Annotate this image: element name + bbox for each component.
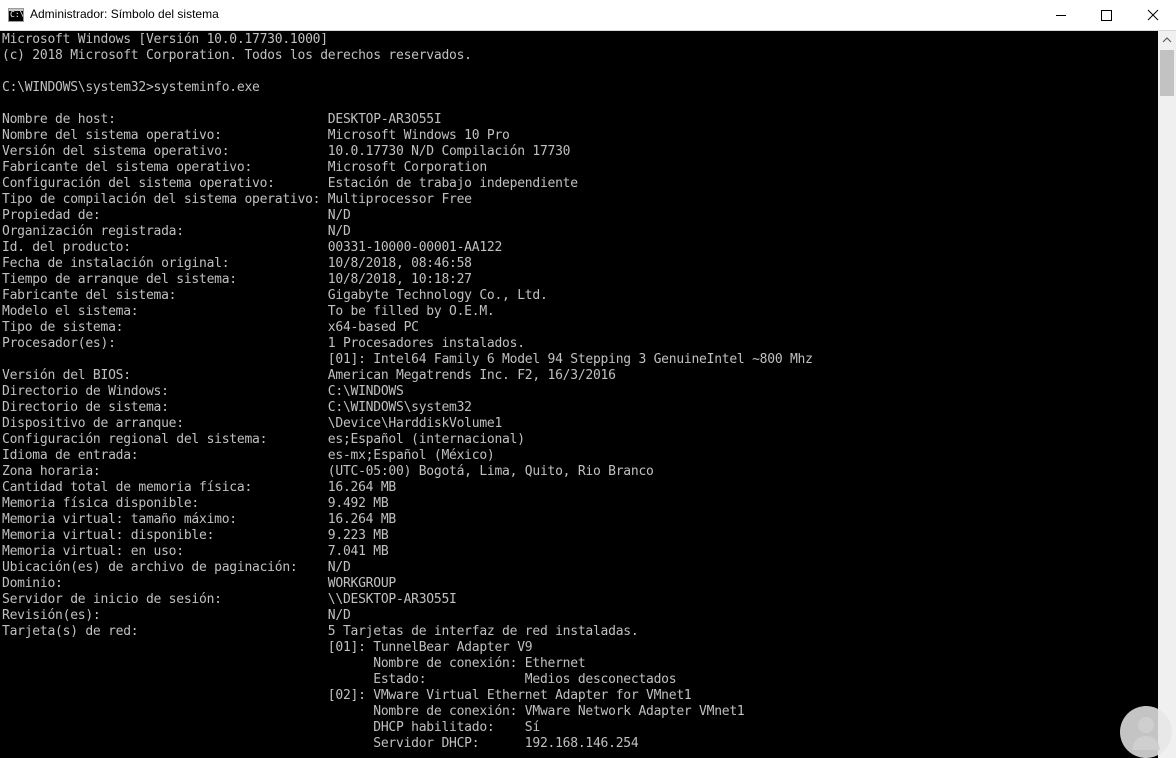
window-title: Administrador: Símbolo del sistema <box>30 7 219 21</box>
console-line: Fabricante del sistema: Gigabyte Technol… <box>2 288 548 303</box>
console-line: Microsoft Windows [Versión 10.0.17730.10… <box>2 32 328 47</box>
console-line: Tipo de compilación del sistema operativ… <box>2 192 472 207</box>
console-line: Nombre del sistema operativo: Microsoft … <box>2 128 510 143</box>
console-line: DHCP habilitado: Sí <box>2 720 540 735</box>
console-line: Versión del BIOS: American Megatrends In… <box>2 368 616 383</box>
vertical-scrollbar[interactable] <box>1158 31 1176 758</box>
console-line: Id. del producto: 00331-10000-00001-AA12… <box>2 240 503 255</box>
console-line: Memoria física disponible: 9.492 MB <box>2 496 389 511</box>
console-line: Organización registrada: N/D <box>2 224 351 239</box>
console-line: [02]: VMware Virtual Ethernet Adapter fo… <box>2 688 692 703</box>
command-prompt-window: C:\ Administrador: Símbolo del sistema M… <box>0 0 1176 758</box>
scroll-up-arrow-icon <box>1162 37 1172 43</box>
console-line: Memoria virtual: disponible: 9.223 MB <box>2 528 389 543</box>
console-line: Directorio de sistema: C:\WINDOWS\system… <box>2 400 472 415</box>
console-line: Tiempo de arranque del sistema: 10/8/201… <box>2 272 472 287</box>
console-line: Procesador(es): 1 Procesadores instalado… <box>2 336 525 351</box>
maximize-button[interactable] <box>1083 0 1129 30</box>
console-line: Revisión(es): N/D <box>2 608 351 623</box>
console-line: Fabricante del sistema operativo: Micros… <box>2 160 487 175</box>
console-line: Servidor de inicio de sesión: \\DESKTOP-… <box>2 592 457 607</box>
console-icon-glyph: C:\ <box>10 10 24 19</box>
console-line: (c) 2018 Microsoft Corporation. Todos lo… <box>2 48 472 63</box>
console-line: Memoria virtual: tamaño máximo: 16.264 M… <box>2 512 396 527</box>
console-line: Idioma de entrada: es-mx;Español (México… <box>2 448 495 463</box>
console-line: Zona horaria: (UTC-05:00) Bogotá, Lima, … <box>2 464 654 479</box>
console-line: Memoria virtual: en uso: 7.041 MB <box>2 544 389 559</box>
console-line: Servidor DHCP: 192.168.146.254 <box>2 736 639 751</box>
console-line: C:\WINDOWS\system32>systeminfo.exe <box>2 80 260 95</box>
watermark-logo <box>1120 706 1172 758</box>
console-line: Ubicación(es) de archivo de paginación: … <box>2 560 351 575</box>
scroll-up-button[interactable] <box>1158 31 1176 48</box>
scroll-thumb[interactable] <box>1160 50 1174 96</box>
console-line: Configuración del sistema operativo: Est… <box>2 176 578 191</box>
console-line: Cantidad total de memoria física: 16.264… <box>2 480 396 495</box>
console-output[interactable]: Microsoft Windows [Versión 10.0.17730.10… <box>0 31 1158 758</box>
console-line: Versión del sistema operativo: 10.0.1773… <box>2 144 571 159</box>
console-line: Modelo el sistema: To be filled by O.E.M… <box>2 304 495 319</box>
minimize-button[interactable] <box>1038 0 1084 30</box>
console-line: Dominio: WORKGROUP <box>2 576 396 591</box>
console-line: Tipo de sistema: x64-based PC <box>2 320 419 335</box>
console-line: [01]: TunnelBear Adapter V9 <box>2 640 533 655</box>
close-button[interactable] <box>1130 0 1176 30</box>
console-line: Directorio de Windows: C:\WINDOWS <box>2 384 404 399</box>
console-line: Nombre de conexión: Ethernet <box>2 656 586 671</box>
console-line: Configuración regional del sistema: es;E… <box>2 432 525 447</box>
watermark-logo-icon <box>1132 717 1160 750</box>
console-icon[interactable]: C:\ <box>8 8 24 22</box>
console-line: Nombre de conexión: VMware Network Adapt… <box>2 704 745 719</box>
console-line: Tarjeta(s) de red: 5 Tarjetas de interfa… <box>2 624 639 639</box>
console-line: Estado: Medios desconectados <box>2 672 677 687</box>
console-lines: Microsoft Windows [Versión 10.0.17730.10… <box>2 32 813 752</box>
maximize-icon <box>1101 10 1112 21</box>
console-line: Nombre de host: DESKTOP-AR3O55I <box>2 112 442 127</box>
close-icon <box>1147 9 1159 21</box>
title-bar[interactable]: C:\ Administrador: Símbolo del sistema <box>0 0 1176 31</box>
console-line: Dispositivo de arranque: \Device\Harddis… <box>2 416 503 431</box>
console-line: Propiedad de: N/D <box>2 208 351 223</box>
console-line: [01]: Intel64 Family 6 Model 94 Stepping… <box>2 352 813 367</box>
console-line: Fecha de instalación original: 10/8/2018… <box>2 256 472 271</box>
minimize-icon <box>1056 15 1066 16</box>
